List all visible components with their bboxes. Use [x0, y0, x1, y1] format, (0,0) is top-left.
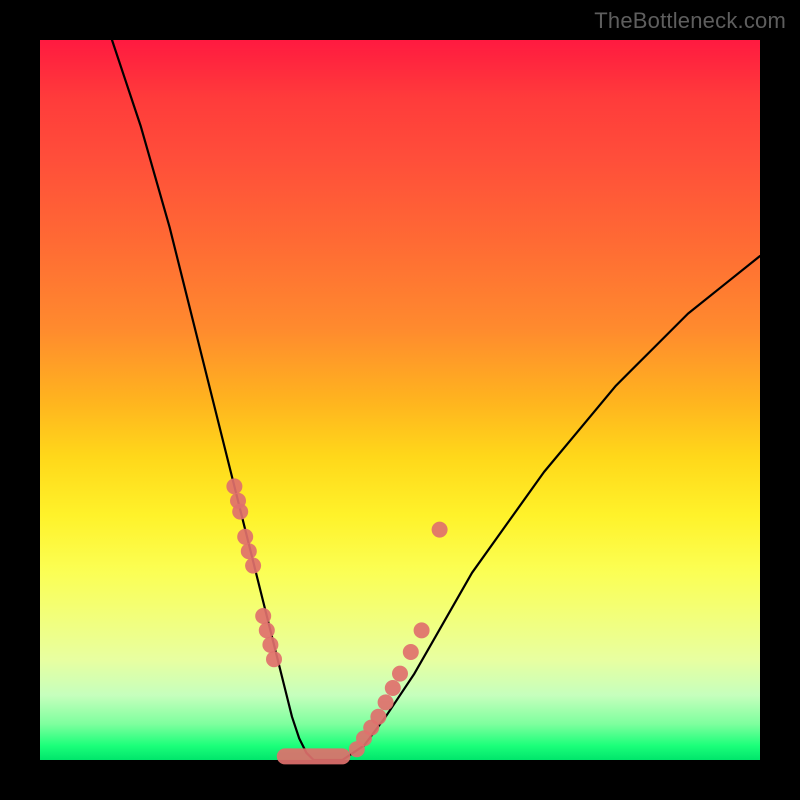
curve-marker — [237, 529, 253, 545]
watermark-text: TheBottleneck.com — [594, 8, 786, 34]
valley-marker-run — [277, 748, 351, 764]
plot-area — [40, 40, 760, 760]
curve-marker — [432, 522, 448, 538]
right-outlier-marker — [432, 522, 448, 538]
curve-marker — [403, 644, 419, 660]
curve-svg — [40, 40, 760, 760]
left-arm-markers — [226, 478, 282, 667]
curve-marker — [266, 651, 282, 667]
curve-marker — [241, 543, 257, 559]
chart-frame: TheBottleneck.com — [0, 0, 800, 800]
curve-marker — [245, 558, 261, 574]
curve-marker — [232, 504, 248, 520]
curve-marker — [378, 694, 394, 710]
curve-marker — [255, 608, 271, 624]
curve-marker — [262, 637, 278, 653]
right-arm-markers — [349, 622, 430, 757]
curve-marker — [414, 622, 430, 638]
curve-marker — [259, 622, 275, 638]
curve-marker — [370, 709, 386, 725]
curve-marker — [226, 478, 242, 494]
curve-marker — [392, 666, 408, 682]
curve-marker — [385, 680, 401, 696]
bottleneck-curve — [112, 40, 760, 760]
